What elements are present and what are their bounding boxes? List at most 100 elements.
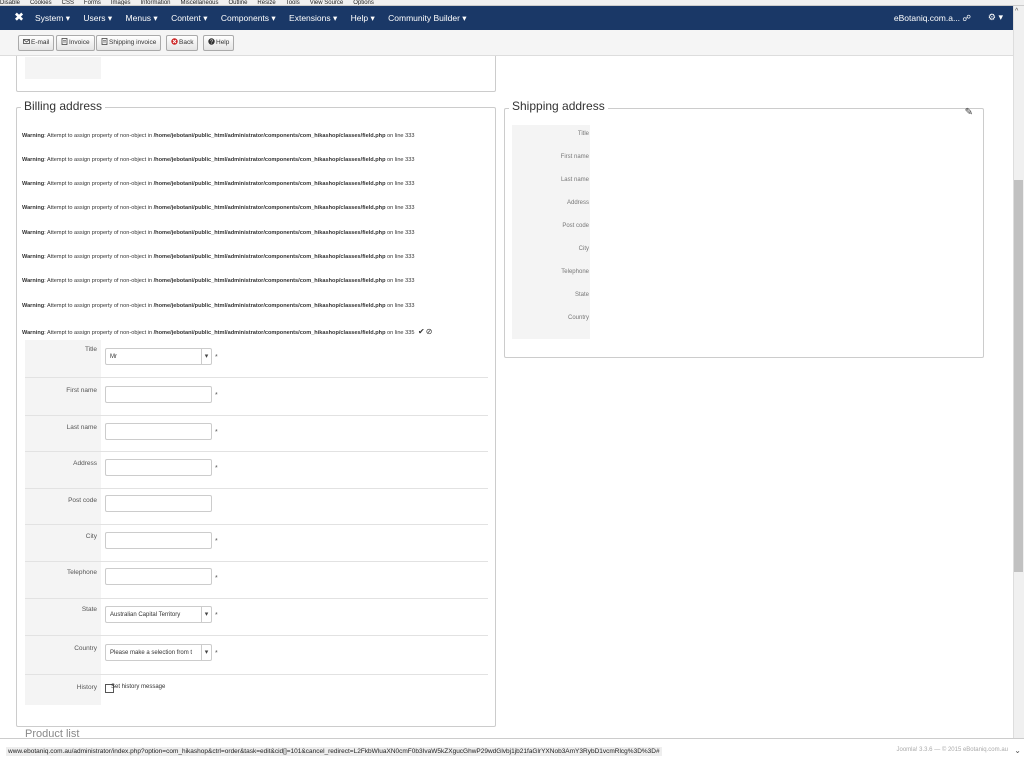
required-mark: * <box>215 650 218 657</box>
back-icon <box>171 37 178 45</box>
menu-system[interactable]: System ▾ <box>35 13 70 23</box>
city-label: City <box>25 525 101 561</box>
menu-content[interactable]: Content ▾ <box>171 13 207 23</box>
telephone-label: Telephone <box>25 562 101 598</box>
email-icon <box>23 37 30 44</box>
menu-extensions[interactable]: Extensions ▾ <box>289 13 337 23</box>
required-mark: * <box>215 538 218 545</box>
help-label: Help <box>216 39 230 46</box>
required-mark: * <box>215 392 218 399</box>
svg-text:?: ? <box>210 40 213 45</box>
shipping-invoice-label: Shipping invoice <box>109 39 157 46</box>
city-input[interactable] <box>105 532 212 549</box>
address-input[interactable] <box>105 459 212 476</box>
required-mark: * <box>215 429 218 436</box>
history-label: History <box>25 675 101 705</box>
footer-copyright: Joomla! 3.3.6 — © 2015 eBotaniq.com.au <box>896 747 1009 753</box>
warning-line: Warning: Attempt to assign property of n… <box>22 181 415 187</box>
invoice-button[interactable]: Invoice <box>56 35 95 51</box>
help-button[interactable]: ? Help <box>203 35 235 51</box>
warning-line: Warning: Attempt to assign property of n… <box>22 205 415 211</box>
shipping-first-name-label: First name <box>560 154 589 160</box>
title-label: Title <box>25 340 101 377</box>
back-button[interactable]: Back <box>166 35 199 51</box>
city-row: City * <box>25 525 488 562</box>
joomla-logo-icon[interactable]: ✖ <box>14 10 24 24</box>
menu-community-builder[interactable]: Community Builder ▾ <box>388 13 466 23</box>
last-name-input[interactable] <box>105 423 212 440</box>
warning-line: Warning: Attempt to assign property of n… <box>22 157 415 163</box>
invoice-label: Invoice <box>69 39 90 46</box>
warning-line: Warning: Attempt to assign property of n… <box>22 133 415 139</box>
menu-menus[interactable]: Menus ▾ <box>126 13 158 23</box>
shipping-address-box: Title First name Last name Address Post … <box>504 107 984 358</box>
shipping-state-label: State <box>574 292 589 298</box>
shipping-country-label: Country <box>567 315 589 321</box>
warning-line: Warning: Attempt to assign property of n… <box>22 254 415 260</box>
title-select[interactable]: Mr ▾ <box>105 348 212 365</box>
menu-components[interactable]: Components ▾ <box>221 13 276 23</box>
menu-users[interactable]: Users ▾ <box>83 13 112 23</box>
previous-section-label-cell <box>25 57 101 79</box>
shipping-telephone-label: Telephone <box>561 269 589 275</box>
warning-line: Warning: Attempt to assign property of n… <box>22 278 415 284</box>
admin-menu: System ▾ Users ▾ Menus ▾ Content ▾ Compo… <box>35 13 478 24</box>
previous-section-box <box>16 56 496 92</box>
chevron-down-icon: ▾ <box>201 349 211 364</box>
telephone-row: Telephone * <box>25 562 488 599</box>
first-name-label: First name <box>25 378 101 415</box>
required-mark: * <box>215 354 218 361</box>
action-toolbar: E-mail Invoice Shipping invoice Back ? He… <box>0 30 1013 56</box>
gear-icon[interactable]: ⚙ ▾ <box>988 12 1003 23</box>
address-row: Address * <box>25 452 488 489</box>
required-mark: * <box>215 575 218 582</box>
back-label: Back <box>179 39 194 46</box>
shipping-address-legend: Shipping address <box>509 99 608 113</box>
post-code-label: Post code <box>25 489 101 524</box>
admin-navbar: ✖ System ▾ Users ▾ Menus ▾ Content ▾ Com… <box>0 6 1013 30</box>
last-name-row: Last name * <box>25 416 488 452</box>
shipping-city-label: City <box>578 246 589 252</box>
email-button[interactable]: E-mail <box>18 35 55 51</box>
history-checkbox-label: Set history message <box>111 684 166 690</box>
country-select[interactable]: Please make a selection from t ▾ <box>105 644 212 661</box>
post-code-input[interactable] <box>105 495 212 512</box>
email-label: E-mail <box>31 39 50 46</box>
edit-pencil-icon[interactable]: ✎ <box>965 107 973 118</box>
shipping-post-code-label: Post code <box>562 223 589 229</box>
shipping-address-label: Address <box>566 200 589 206</box>
country-row: Country Please make a selection from t ▾ … <box>25 636 488 675</box>
title-row: Title Mr ▾ * <box>25 340 488 378</box>
shipping-invoice-button[interactable]: Shipping invoice <box>96 35 162 51</box>
last-name-label: Last name <box>25 416 101 451</box>
first-name-row: First name * <box>25 378 488 416</box>
cancel-circle-icon[interactable]: ⊘ <box>426 327 433 336</box>
required-mark: * <box>215 612 218 619</box>
shipping-last-name-label: Last name <box>560 177 589 183</box>
scroll-down-icon[interactable]: ⌄ <box>1014 746 1021 755</box>
status-url: www.ebotaniq.com.au/administrator/index.… <box>6 747 662 756</box>
telephone-input[interactable] <box>105 568 212 585</box>
save-check-icon[interactable]: ✔ <box>418 327 425 336</box>
help-icon: ? <box>208 37 215 46</box>
warning-line: Warning: Attempt to assign property of n… <box>22 303 415 309</box>
main-content: Billing address Warning: Attempt to assi… <box>0 56 1013 738</box>
billing-address-legend: Billing address <box>21 99 106 113</box>
address-label: Address <box>25 452 101 488</box>
scroll-up-icon[interactable]: ^ <box>1015 8 1018 15</box>
product-list-legend: Product list <box>22 728 83 738</box>
warning-line-last: Warning: Attempt to assign property of n… <box>22 327 433 336</box>
site-link[interactable]: eBotaniq.com.a... ☍ <box>894 13 971 24</box>
scrollbar-thumb[interactable] <box>1014 180 1023 572</box>
state-select[interactable]: Australian Capital Territory ▾ <box>105 606 212 623</box>
invoice-icon <box>61 37 68 45</box>
shipping-invoice-icon <box>101 37 108 45</box>
state-row: State Australian Capital Territory ▾ * <box>25 599 488 636</box>
warning-line: Warning: Attempt to assign property of n… <box>22 230 415 236</box>
first-name-input[interactable] <box>105 386 212 403</box>
state-label: State <box>25 599 101 635</box>
chevron-down-icon: ▾ <box>201 607 211 622</box>
country-label: Country <box>25 636 101 674</box>
browser-status-bar: www.ebotaniq.com.au/administrator/index.… <box>0 738 1024 768</box>
menu-help[interactable]: Help ▾ <box>351 13 375 23</box>
